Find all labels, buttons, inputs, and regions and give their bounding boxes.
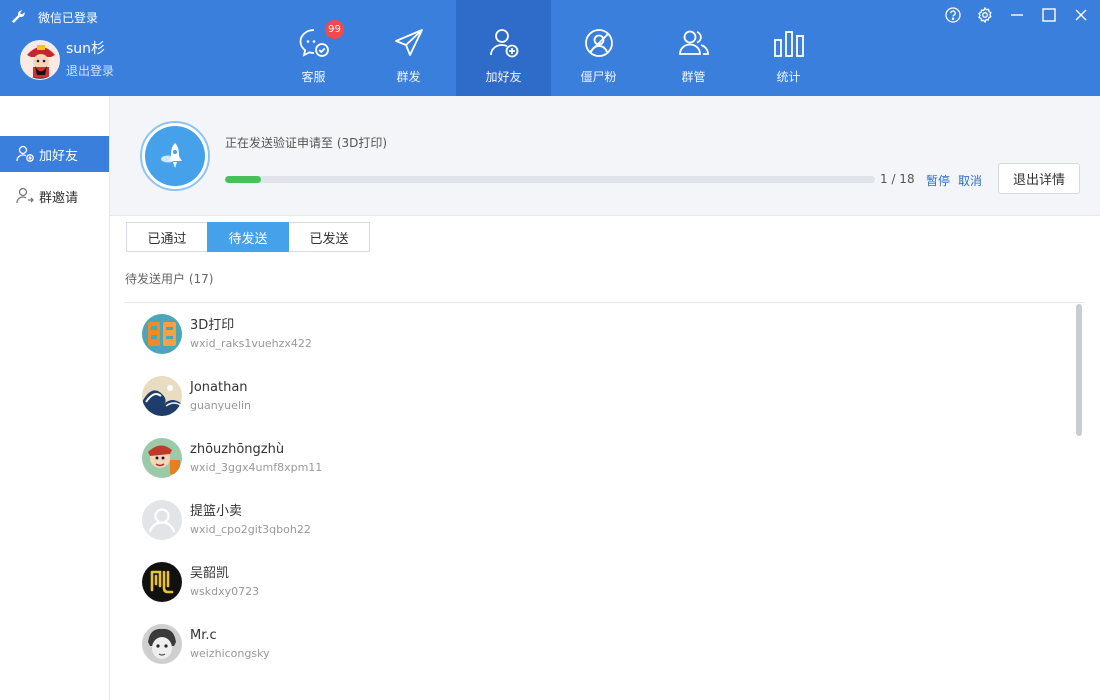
sidebar-item-add-friend[interactable]: 加好友 xyxy=(0,136,109,172)
nav-item-statistics[interactable]: 统计 xyxy=(741,0,836,96)
group-manage-icon xyxy=(678,30,709,55)
list-item[interactable]: 吴韶凯 wskdxy0723 xyxy=(142,557,259,607)
avatar xyxy=(142,500,182,540)
list-item-id: weizhicongsky xyxy=(190,647,270,660)
user-profile: sun杉 退出登录 xyxy=(20,40,114,80)
progress-bar-fill xyxy=(225,176,262,183)
sidebar: 加好友 群邀请 xyxy=(0,96,110,700)
default-person-avatar-icon xyxy=(142,500,182,540)
settings-button[interactable] xyxy=(976,6,994,24)
add-friend-icon xyxy=(16,145,34,162)
user-avatar-icon xyxy=(21,41,59,79)
list-scrollbar[interactable] xyxy=(1076,304,1082,436)
login-status-text: 微信已登录 xyxy=(38,10,99,25)
nav-item-zombie-fans[interactable]: 僵尸粉 xyxy=(551,0,646,96)
cancel-link[interactable]: 取消 xyxy=(958,172,982,189)
pause-link[interactable]: 暂停 xyxy=(926,172,950,189)
minimize-button[interactable] xyxy=(1008,6,1026,24)
avatar xyxy=(142,624,182,664)
sidebar-item-group-invite[interactable]: 群邀请 xyxy=(0,178,109,214)
progress-count: 1 / 18 xyxy=(880,172,915,186)
list-item-id: wxid_3ggx4umf8xpm11 xyxy=(190,461,323,474)
list-item-id: wxid_raks1vuehzx422 xyxy=(190,337,312,350)
maximize-icon xyxy=(1042,8,1056,22)
main-nav: 客服 99 群发 加好友 僵尸粉 群管 统计 xyxy=(266,0,836,96)
nav-item-add-friend[interactable]: 加好友 xyxy=(456,0,551,96)
zombie-fan-icon xyxy=(584,29,613,57)
list-item-name: 3D打印 xyxy=(190,318,235,333)
nav-label: 加好友 xyxy=(485,70,522,84)
wrench-icon xyxy=(12,10,25,23)
rocket-badge xyxy=(140,121,210,191)
list-item-id: wskdxy0723 xyxy=(190,585,260,598)
list-item-name: Jonathan xyxy=(190,380,248,395)
nav-label: 统计 xyxy=(776,70,801,84)
user-name: sun杉 xyxy=(66,41,106,57)
avatar xyxy=(142,438,182,478)
orange-logo-avatar-icon xyxy=(142,314,182,354)
maximize-button[interactable] xyxy=(1040,6,1058,24)
list-item-name: 提篮小卖 xyxy=(190,504,243,519)
nav-item-group-manage[interactable]: 群管 xyxy=(646,0,741,96)
help-icon xyxy=(945,7,961,23)
app-status: 微信已登录 xyxy=(10,8,98,26)
child-photo-avatar-icon xyxy=(142,624,182,664)
kai-character-avatar-icon xyxy=(142,562,182,602)
avatar[interactable] xyxy=(20,40,60,80)
nav-label: 群发 xyxy=(396,70,421,84)
progress-status-text: 正在发送验证申请至 (3D打印) xyxy=(225,136,388,150)
unread-badge: 99 xyxy=(325,20,344,39)
nav-item-broadcast[interactable]: 群发 xyxy=(361,0,456,96)
avatar xyxy=(142,314,182,354)
list-item-name: 吴韶凯 xyxy=(190,566,230,581)
list-item[interactable]: 3D打印 wxid_raks1vuehzx422 xyxy=(142,309,312,359)
progress-panel: 正在发送验证申请至 (3D打印) 1 / 18 暂停 取消 退出详情 xyxy=(110,96,1100,216)
list-item[interactable]: Jonathan guanyuelin xyxy=(142,371,251,421)
list-item[interactable]: zhōuzhōngzhù wxid_3ggx4umf8xpm11 xyxy=(142,433,322,483)
list-item-id: guanyuelin xyxy=(190,399,251,412)
list-item[interactable]: 提篮小卖 wxid_cpo2git3qboh22 xyxy=(142,495,311,545)
cartoon-avatar-icon xyxy=(142,438,182,478)
pending-users-count: 待发送用户 (17) xyxy=(125,272,214,286)
list-item-name: zhōuzhōngzhù xyxy=(190,442,285,457)
list-item[interactable]: Mr.c weizhicongsky xyxy=(142,619,270,669)
gear-icon xyxy=(978,7,992,23)
add-friend-icon xyxy=(489,29,518,58)
logout-link[interactable]: 退出登录 xyxy=(66,62,114,79)
exit-details-button[interactable]: 退出详情 xyxy=(998,163,1080,194)
sidebar-item-label: 加好友 xyxy=(39,148,79,164)
nav-label: 群管 xyxy=(681,70,706,84)
list-item-id: wxid_cpo2git3qboh22 xyxy=(190,523,311,536)
window-controls xyxy=(944,6,1090,24)
close-icon xyxy=(1075,9,1087,21)
avatar xyxy=(142,562,182,602)
group-invite-icon xyxy=(16,187,34,204)
bar-stats-icon xyxy=(773,31,804,57)
top-bar: 微信已登录 sun杉 退出登录 客服 99 群发 加好友 僵尸粉 群管 统计 xyxy=(0,0,1100,96)
avatar xyxy=(142,376,182,416)
help-button[interactable] xyxy=(944,6,962,24)
pending-user-list: 3D打印 wxid_raks1vuehzx422 Jonathan guanyu… xyxy=(124,303,1074,700)
nav-label: 客服 xyxy=(301,70,326,84)
list-item-name: Mr.c xyxy=(190,628,217,643)
sidebar-item-label: 群邀请 xyxy=(39,190,79,206)
rocket-icon xyxy=(161,143,182,168)
status-tabs: 已通过 待发送 已发送 xyxy=(126,222,370,252)
progress-bar xyxy=(225,176,875,183)
nav-item-customer-service[interactable]: 客服 99 xyxy=(266,0,361,96)
tab-passed[interactable]: 已通过 xyxy=(126,222,208,252)
paper-plane-icon xyxy=(394,29,423,56)
nav-label: 僵尸粉 xyxy=(580,70,617,84)
wave-painting-avatar-icon xyxy=(142,376,182,416)
tab-pending[interactable]: 待发送 xyxy=(207,222,289,252)
close-button[interactable] xyxy=(1072,6,1090,24)
minimize-icon xyxy=(1011,14,1023,16)
tab-sent[interactable]: 已发送 xyxy=(288,222,370,252)
